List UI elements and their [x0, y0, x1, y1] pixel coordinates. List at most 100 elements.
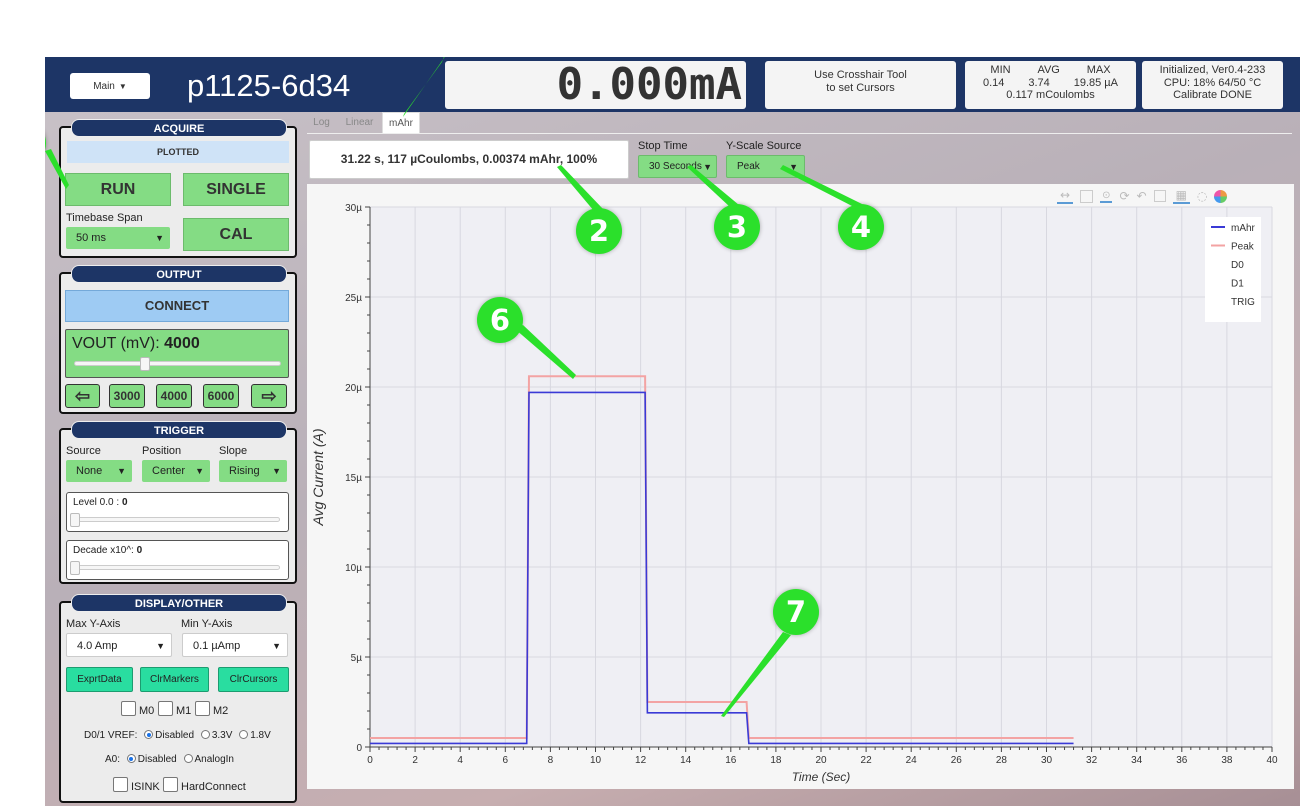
- cal-button[interactable]: CAL: [183, 218, 289, 251]
- trigger-decade-slider-handle[interactable]: [70, 561, 80, 575]
- vout-box: VOUT (mV): 4000: [65, 329, 289, 378]
- hardconnect-checkbox[interactable]: [163, 777, 178, 792]
- vref-1v8-label: 1.8V: [250, 730, 271, 741]
- x-tick-label: 10: [590, 755, 602, 766]
- export-data-button[interactable]: ExprtData: [66, 667, 133, 692]
- max-y-select[interactable]: 4.0 Amp ▼: [66, 633, 172, 657]
- min-label: MIN: [990, 64, 1011, 76]
- vref-disabled-radio[interactable]: [144, 730, 154, 739]
- vout-preset-3000-button[interactable]: 3000: [109, 384, 145, 408]
- yscale-value: Peak: [737, 161, 760, 172]
- tab-mahr[interactable]: mAhr: [382, 112, 420, 133]
- output-panel: OUTPUT CONNECT VOUT (mV): 4000 ⇦ 3000 40…: [59, 265, 297, 414]
- x-tick-label: 26: [951, 755, 963, 766]
- timebase-select[interactable]: 50 ms ▼: [66, 227, 170, 249]
- vout-label: VOUT (mV):: [72, 335, 160, 352]
- min-y-select[interactable]: 0.1 µAmp ▼: [182, 633, 288, 657]
- vout-slider-handle[interactable]: [140, 357, 150, 371]
- m2-label: M2: [213, 705, 229, 717]
- callout-3: 3: [714, 204, 760, 250]
- max-y-value: 4.0 Amp: [77, 640, 118, 652]
- a0-analogin-radio[interactable]: [183, 754, 193, 763]
- stop-time-label: Stop Time: [638, 140, 688, 152]
- trigger-source-select[interactable]: None ▼: [66, 460, 132, 482]
- trigger-decade-slider-track[interactable]: [73, 565, 280, 570]
- stats-box: MIN AVG MAX 0.14 3.74 19.85 µA 0.117 mCo…: [965, 61, 1136, 109]
- yscale-select[interactable]: Peak ▼: [726, 155, 805, 178]
- vout-slider-track[interactable]: [74, 361, 281, 366]
- trigger-level-value: 0: [121, 497, 128, 508]
- isink-checkbox[interactable]: [113, 777, 128, 792]
- callout-7: 7: [773, 589, 819, 635]
- single-button[interactable]: SINGLE: [183, 173, 289, 206]
- legend-item-d1: D1: [1231, 279, 1244, 290]
- max-value: 19.85 µA: [1073, 76, 1118, 89]
- x-tick-label: 20: [815, 755, 827, 766]
- caret-down-icon: ▼: [703, 162, 712, 172]
- max-y-label: Max Y-Axis: [66, 618, 121, 630]
- a0-disabled-radio[interactable]: [126, 754, 136, 763]
- caret-down-icon: ▼: [789, 162, 798, 172]
- vout-preset-6000-button[interactable]: 6000: [203, 384, 239, 408]
- y-axis-title: Avg Current (A): [310, 429, 326, 527]
- trigger-position-select[interactable]: Center ▼: [142, 460, 210, 482]
- vref-1v8-radio[interactable]: [239, 730, 249, 739]
- isink-label: ISINK: [131, 781, 160, 793]
- trigger-slope-value: Rising: [229, 465, 260, 477]
- x-tick-label: 18: [770, 755, 782, 766]
- hardconnect-label: HardConnect: [181, 781, 246, 793]
- x-tick-label: 16: [725, 755, 737, 766]
- plot-area[interactable]: ↔ ⊙ ⟳ ↶ ▦ ◌ 0 2 4 6 8 10 12 14 16 18 20 22 24 26 28 30 3…: [307, 184, 1294, 789]
- callout-5: 5: [45, 120, 46, 166]
- stop-time-select[interactable]: 30 Seconds ▼: [638, 155, 717, 178]
- trigger-decade-label: Decade x10^:: [73, 545, 134, 556]
- m2-checkbox[interactable]: [195, 701, 210, 716]
- clear-markers-button[interactable]: ClrMarkers: [140, 667, 209, 692]
- status-line1: Initialized, Ver0.4-233: [1159, 64, 1266, 76]
- x-tick-label: 24: [906, 755, 918, 766]
- caret-down-icon: ▼: [195, 466, 204, 476]
- x-tick-label: 28: [996, 755, 1008, 766]
- status-line2: CPU: 18% 64/50 °C: [1163, 76, 1262, 89]
- y-tick-label: 15µ: [345, 473, 362, 484]
- vref-3v3-radio[interactable]: [200, 730, 210, 739]
- tab-divider: [307, 133, 1292, 134]
- x-tick-label: 0: [367, 755, 373, 766]
- trigger-position-value: Center: [152, 465, 186, 477]
- trigger-level-slider-handle[interactable]: [70, 513, 80, 527]
- legend-item-peak: Peak: [1231, 242, 1255, 253]
- m1-checkbox[interactable]: [158, 701, 173, 716]
- clear-cursors-button[interactable]: ClrCursors: [218, 667, 289, 692]
- connect-button[interactable]: CONNECT: [65, 290, 289, 322]
- stop-time-value: 30 Seconds: [649, 161, 702, 172]
- current-chart[interactable]: 0 2 4 6 8 10 12 14 16 18 20 22 24 26 28 30 32 34 36 38 4005µ…: [307, 184, 1294, 789]
- y-tick-label: 0: [356, 743, 362, 754]
- trigger-slope-select[interactable]: Rising ▼: [219, 460, 287, 482]
- m0-checkbox[interactable]: [121, 701, 136, 716]
- vout-value: 4000: [164, 335, 200, 352]
- trigger-level-slider-track[interactable]: [73, 517, 280, 522]
- main-menu-label: Main: [93, 80, 115, 92]
- device-name: p1125-6d34: [187, 68, 351, 103]
- left-arrow-icon: ⇦: [74, 385, 91, 406]
- vref-disabled-label: Disabled: [155, 730, 195, 741]
- run-button[interactable]: RUN: [65, 173, 171, 206]
- x-tick-label: 2: [412, 755, 418, 766]
- cursor-hint: Use Crosshair Tool to set Cursors: [765, 61, 956, 109]
- trigger-level-box: Level 0.0 : 0: [66, 492, 289, 532]
- callout-2: 2: [576, 208, 622, 254]
- caret-down-icon: ▼: [155, 233, 164, 243]
- vout-decrease-button[interactable]: ⇦: [65, 384, 100, 408]
- min-y-label: Min Y-Axis: [181, 618, 233, 630]
- x-tick-label: 38: [1221, 755, 1233, 766]
- caret-down-icon: ▼: [272, 466, 281, 476]
- x-tick-label: 40: [1266, 755, 1278, 766]
- vref-row: D0/1 VREF: Disabled 3.3V 1.8V: [84, 730, 271, 741]
- tab-log[interactable]: Log: [309, 112, 334, 133]
- x-tick-label: 4: [457, 755, 463, 766]
- vout-increase-button[interactable]: ⇨: [251, 384, 287, 408]
- tab-linear[interactable]: Linear: [342, 112, 377, 133]
- vout-preset-4000-button[interactable]: 4000: [156, 384, 192, 408]
- y-tick-label: 5µ: [351, 653, 363, 664]
- main-menu-button[interactable]: Main ▼: [70, 73, 150, 99]
